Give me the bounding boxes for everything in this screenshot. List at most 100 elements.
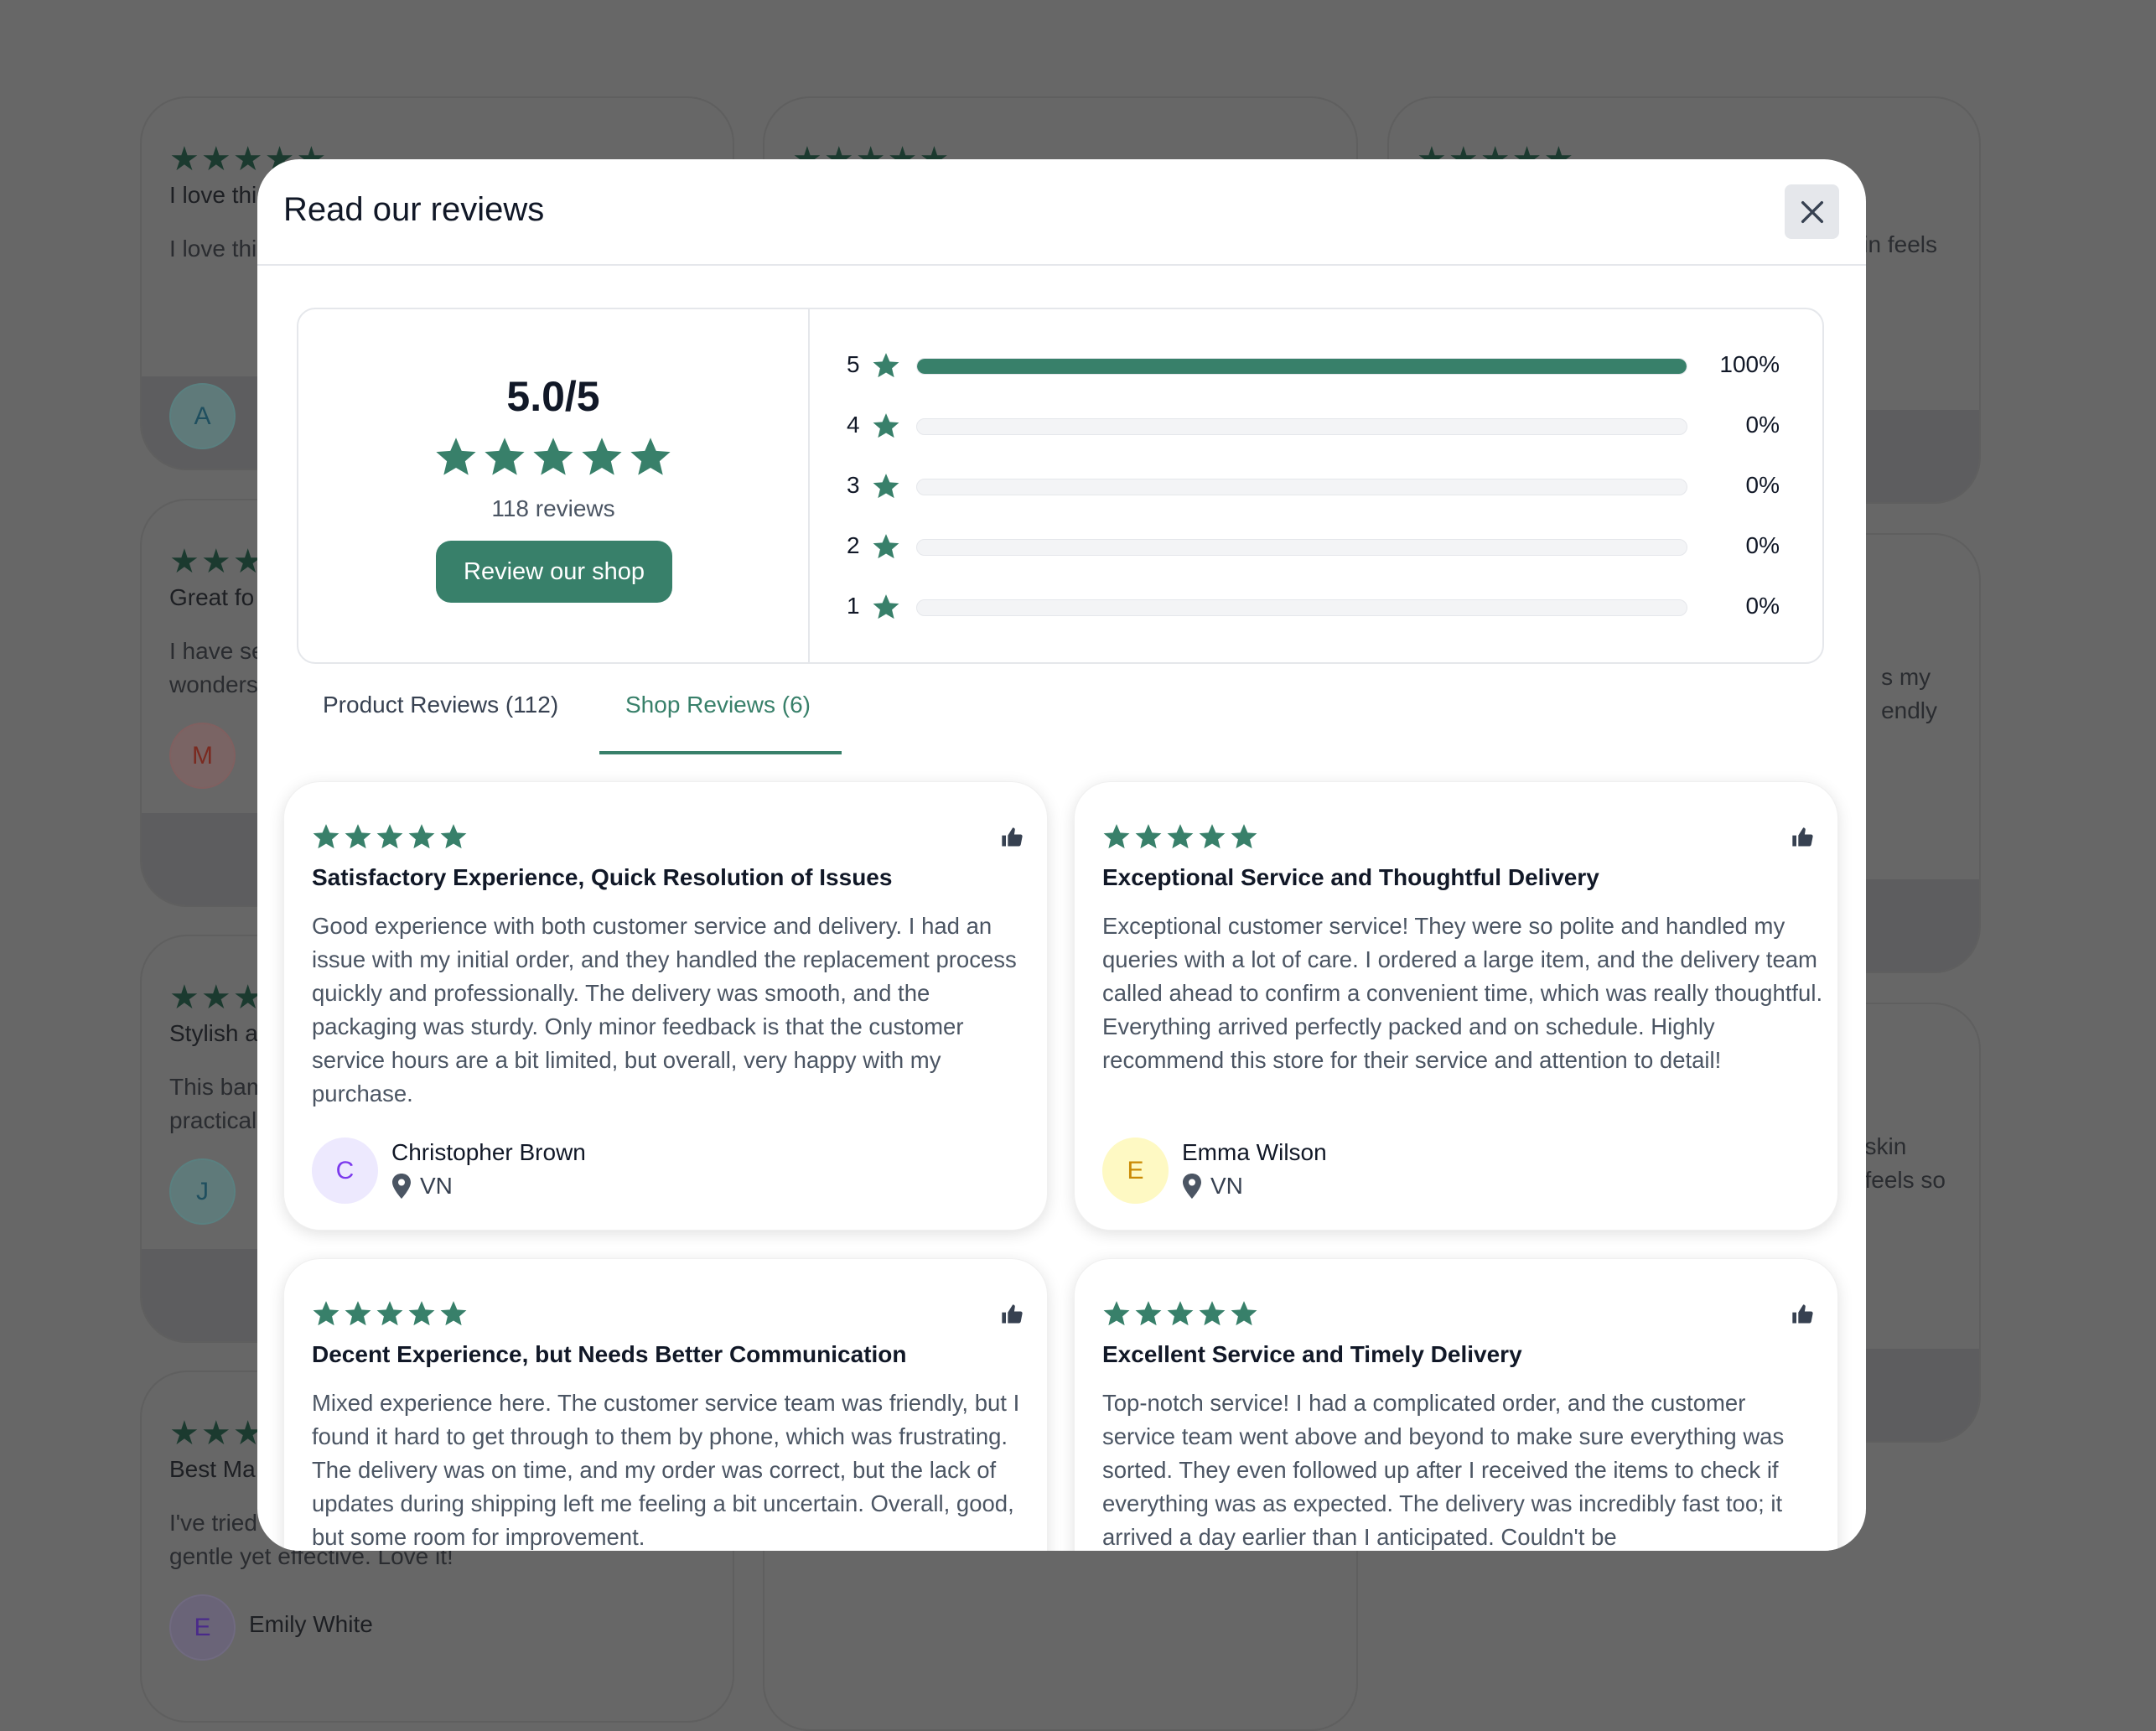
review-card: Excellent Service and Timely Delivery To… [1074, 1258, 1838, 1551]
star-icon [873, 534, 899, 559]
close-button[interactable] [1785, 184, 1839, 239]
rating-percent: 0% [1745, 412, 1780, 438]
tab-shop-reviews[interactable]: Shop Reviews (6) [625, 692, 811, 718]
thumbs-up-icon [1002, 1304, 1023, 1324]
star-icon [1231, 1301, 1257, 1326]
avatar: E [169, 1594, 236, 1661]
star-icon [533, 438, 573, 475]
rating-bar-row: 1 0% [810, 591, 1826, 625]
thumbs-up-icon [1002, 827, 1023, 847]
reviewer-location: VN [391, 1173, 453, 1200]
location-text: VN [1210, 1173, 1243, 1199]
helpful-button[interactable] [1791, 1303, 1814, 1330]
star-icon [630, 438, 671, 475]
rating-bar-fill [917, 359, 1687, 374]
tab-product-reviews[interactable]: Product Reviews (112) [323, 692, 558, 718]
star-icon [1103, 824, 1130, 849]
review-title: Decent Experience, but Needs Better Comm… [312, 1341, 907, 1367]
rating-summary: 5.0/5 118 reviews Review our shop 5 100% 4… [297, 308, 1824, 664]
helpful-button[interactable] [1791, 826, 1814, 853]
thumbs-up-icon [1792, 1304, 1813, 1324]
star-icon [376, 1301, 403, 1326]
rating-percent: 0% [1745, 593, 1780, 619]
star-icon [1231, 824, 1257, 849]
thumbs-up-icon [1792, 827, 1813, 847]
reviewer-name: Christopher Brown [391, 1139, 586, 1165]
review-body: Mixed experience here. The customer serv… [312, 1390, 1020, 1550]
star-level: 3 [847, 472, 860, 498]
modal-header: Read our reviews [257, 159, 1866, 266]
review-title: Excellent Service and Timely Delivery [1102, 1341, 1522, 1367]
star-icon [1103, 1301, 1130, 1326]
bg-card-title: Best Ma [169, 1456, 256, 1482]
star-icon [873, 413, 899, 438]
star-icon [436, 438, 476, 475]
star-level: 1 [847, 593, 860, 619]
star-rating [1102, 1299, 1258, 1328]
star-icon [440, 824, 467, 849]
review-count: 118 reviews [491, 495, 615, 521]
rating-percent: 0% [1745, 472, 1780, 498]
helpful-button[interactable] [1000, 826, 1024, 853]
helpful-button[interactable] [1000, 1303, 1024, 1330]
average-score: 5.0/5 [506, 373, 600, 420]
star-icon [1199, 824, 1226, 849]
star-level: 4 [847, 412, 860, 438]
location-pin-icon [1183, 1174, 1201, 1199]
location-text: VN [420, 1173, 453, 1199]
avatar: M [169, 723, 236, 789]
avatar: E [1102, 1138, 1169, 1204]
bg-card-text: skin feels so [1864, 1133, 1946, 1193]
close-icon [1801, 200, 1823, 223]
star-icon [1135, 824, 1162, 849]
rating-bar-track [916, 418, 1687, 435]
star-icon [873, 353, 899, 378]
review-body: Good experience with both customer servi… [312, 913, 1017, 1106]
rating-bar-row: 4 0% [810, 410, 1826, 443]
rating-bar-track [916, 599, 1687, 616]
star-icon [408, 824, 435, 849]
review-title: Satisfactory Experience, Quick Resolutio… [312, 864, 893, 890]
review-title: Exceptional Service and Thoughtful Deliv… [1102, 864, 1599, 890]
rating-bar-track [916, 479, 1687, 495]
avatar: C [312, 1138, 378, 1204]
bg-card-text: in feels [1863, 231, 1937, 257]
star-icon [1167, 1301, 1194, 1326]
rating-percent: 100% [1719, 351, 1780, 377]
star-icon [376, 824, 403, 849]
location-pin-icon [392, 1174, 411, 1199]
star-icon [345, 824, 371, 849]
star-level: 2 [847, 532, 860, 558]
rating-bar-row: 2 0% [810, 531, 1826, 564]
reviews-modal: Read our reviews 5.0/5 118 reviews Revie… [257, 159, 1866, 1551]
star-icon [485, 438, 525, 475]
rating-percent: 0% [1745, 532, 1780, 558]
rating-bar-track [916, 358, 1687, 375]
star-level: 5 [847, 351, 860, 377]
bg-card-title: I love thi [169, 182, 257, 208]
review-card: Exceptional Service and Thoughtful Deliv… [1074, 781, 1838, 1231]
star-icon [1167, 824, 1194, 849]
review-our-shop-button[interactable]: Review our shop [436, 541, 672, 603]
review-body: Exceptional customer service! They were … [1102, 913, 1823, 1073]
star-rating [1102, 822, 1258, 851]
rating-bar-row: 5 100% [810, 350, 1826, 383]
reviewer-location: VN [1182, 1173, 1243, 1200]
star-icon [408, 1301, 435, 1326]
reviewer-name: Emily White [249, 1611, 373, 1637]
review-body: Top-notch service! I had a complicated o… [1102, 1390, 1785, 1550]
star-icon [873, 474, 899, 499]
star-icon [345, 1301, 371, 1326]
star-icon [873, 594, 899, 619]
rating-overview: 5.0/5 118 reviews Review our shop [298, 309, 810, 662]
star-icon [1199, 1301, 1226, 1326]
bg-card-title: Great fo [169, 584, 255, 610]
star-icon [440, 1301, 467, 1326]
bg-card-text: s my endly [1881, 664, 1937, 723]
star-rating [312, 1299, 468, 1328]
rating-bar-track [916, 539, 1687, 556]
reviewer-name: Emma Wilson [1182, 1139, 1327, 1165]
star-icon [582, 438, 622, 475]
review-card: Decent Experience, but Needs Better Comm… [283, 1258, 1048, 1551]
avatar: J [169, 1158, 236, 1225]
